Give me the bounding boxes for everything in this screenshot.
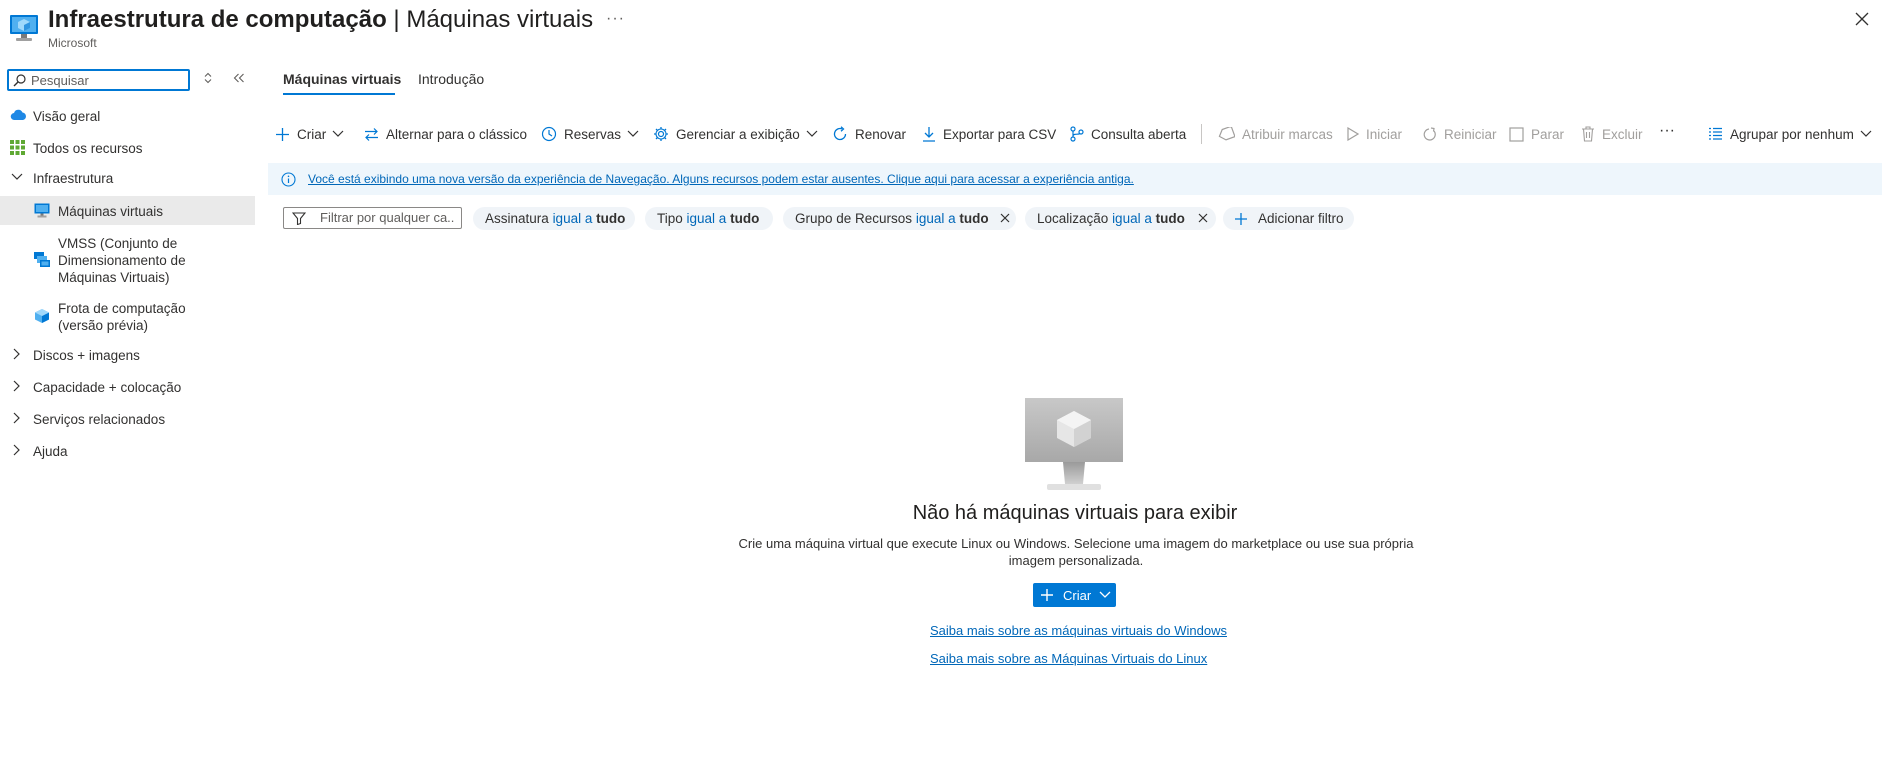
group-by-button[interactable]: Agrupar por nenhum [1708, 124, 1872, 144]
sidebar-item-label: Serviços relacionados [33, 412, 166, 427]
close-icon[interactable] [1855, 12, 1869, 26]
remove-filter-icon[interactable] [1198, 213, 1208, 223]
vm-icon [34, 203, 50, 218]
filter-input[interactable] [320, 210, 455, 225]
refresh-icon [833, 126, 847, 141]
sidebar-item-related-services[interactable]: Serviços relacionados [0, 409, 255, 429]
page-title: Infraestrutura de computação | Máquinas … [48, 6, 594, 33]
manage-view-button[interactable]: Gerenciar a exibição [653, 124, 818, 144]
sidebar-item-vmss[interactable]: VMSS (Conjunto de Dimensionamento de Máqui… [0, 234, 255, 286]
open-query-button[interactable]: Consulta aberta [1070, 124, 1186, 144]
info-icon [281, 172, 296, 187]
classic-experience-link[interactable]: Você está exibindo uma nova versão da ex… [308, 172, 1134, 186]
chevron-right-icon [13, 412, 21, 424]
sidebar-item-label: Todos os recursos [33, 141, 143, 156]
add-filter-button[interactable]: Adicionar filtro [1223, 207, 1354, 230]
windows-vm-learn-more-link[interactable]: Saiba mais sobre as máquinas virtuais do… [930, 623, 1227, 638]
chevron-right-icon [13, 444, 21, 456]
chevron-right-icon [13, 348, 21, 360]
tag-icon [1218, 127, 1235, 141]
plus-icon [276, 127, 289, 141]
filter-pill-location[interactable]: Localização igual a tudo [1025, 207, 1216, 230]
grid-icon [10, 140, 25, 155]
sidebar-item-infrastructure[interactable]: Infraestrutura [0, 168, 255, 188]
sidebar-item-virtual-machines[interactable]: Máquinas virtuais [0, 196, 255, 225]
gear-icon [654, 127, 668, 141]
chevron-down-icon [1860, 130, 1872, 137]
stop-icon [1509, 126, 1524, 142]
empty-state-create-button[interactable]: Criar [1033, 583, 1116, 607]
chevron-down-icon [806, 130, 818, 137]
tab-virtual-machines[interactable]: Máquinas virtuais [283, 71, 401, 87]
trash-icon [1582, 126, 1594, 142]
publisher-label: Microsoft [48, 36, 97, 50]
sidebar-search-box[interactable] [7, 69, 190, 91]
more-actions-button[interactable]: ··· [1659, 121, 1675, 141]
search-icon [13, 74, 26, 87]
plus-icon [1235, 212, 1247, 225]
empty-state-title: Não há máquinas virtuais para exibir [912, 502, 1238, 524]
play-icon [1347, 127, 1359, 141]
reservations-button[interactable]: Reservas [541, 124, 639, 144]
vmss-icon [34, 252, 50, 268]
sidebar-item-label: Ajuda [33, 444, 68, 459]
download-icon [923, 127, 935, 142]
refresh-button[interactable]: Renovar [832, 124, 906, 144]
compute-fleet-icon [34, 308, 50, 324]
sort-icon[interactable] [203, 72, 213, 84]
chevron-down-icon [11, 173, 23, 181]
sidebar-item-label: Infraestrutura [33, 171, 114, 186]
sidebar-item-label: Discos + imagens [33, 348, 140, 363]
chevron-down-icon [332, 130, 344, 137]
sidebar-item-disks-images[interactable]: Discos + imagens [0, 345, 255, 365]
filter-icon [292, 212, 306, 225]
switch-icon [365, 127, 378, 141]
cloud-icon [10, 108, 27, 122]
chevron-down-icon [1099, 591, 1111, 598]
tab-introduction[interactable]: Introdução [418, 71, 484, 87]
toolbar-divider [1201, 124, 1202, 144]
sidebar-item-label: Capacidade + colocação [33, 380, 182, 395]
start-button[interactable]: Iniciar [1347, 124, 1402, 144]
export-csv-button[interactable]: Exportar para CSV [922, 124, 1056, 144]
delete-button[interactable]: Excluir [1581, 124, 1643, 144]
sidebar-item-label: Visão geral [33, 109, 101, 124]
chevron-down-icon [627, 130, 639, 137]
plus-icon [1041, 589, 1053, 601]
sidebar-item-capacity-placement[interactable]: Capacidade + colocação [0, 377, 255, 397]
active-tab-indicator [283, 93, 395, 95]
sidebar-item-all-resources[interactable]: Todos os recursos [0, 138, 255, 158]
header-more-button[interactable]: ··· [606, 10, 625, 28]
sidebar-item-label: Máquinas virtuais [58, 204, 164, 219]
filter-pill-type[interactable]: Tipo igual a tudo [645, 207, 773, 230]
info-banner: Você está exibindo uma nova versão da ex… [268, 163, 1882, 195]
filter-pill-subscription[interactable]: Assinatura igual a tudo [473, 207, 635, 230]
sidebar-item-help[interactable]: Ajuda [0, 441, 255, 461]
query-icon [1070, 126, 1084, 142]
switch-classic-button[interactable]: Alternar para o clássico [364, 124, 527, 144]
restart-icon [1423, 126, 1436, 140]
filter-pill-resource-group[interactable]: Grupo de Recursos igual a tudo [783, 207, 1016, 230]
list-icon [1709, 127, 1722, 140]
sidebar-item-compute-fleet[interactable]: Frota de computação (versão prévia) [0, 298, 255, 334]
create-button[interactable]: Criar [275, 124, 344, 144]
filter-box[interactable] [283, 207, 462, 229]
stop-button[interactable]: Parar [1509, 124, 1564, 144]
sidebar-item-label: Frota de computação (versão prévia) [58, 301, 186, 333]
chevron-right-icon [13, 380, 21, 392]
restart-button[interactable]: Reiniciar [1422, 124, 1497, 144]
clock-icon [541, 126, 557, 142]
search-input[interactable] [31, 72, 181, 88]
vm-service-icon [9, 14, 39, 42]
collapse-sidebar-icon[interactable] [233, 73, 245, 83]
sidebar-item-overview[interactable]: Visão geral [0, 106, 255, 126]
linux-vm-learn-more-link[interactable]: Saiba mais sobre as Máquinas Virtuais do… [930, 651, 1207, 666]
remove-filter-icon[interactable] [1000, 213, 1010, 223]
empty-state-monitor-icon [1021, 398, 1127, 492]
sidebar-item-label: VMSS (Conjunto de Dimensionamento de Máqui… [58, 236, 186, 285]
assign-tags-button[interactable]: Atribuir marcas [1218, 124, 1333, 144]
empty-state-description: Crie uma máquina virtual que execute Lin… [738, 536, 1414, 568]
